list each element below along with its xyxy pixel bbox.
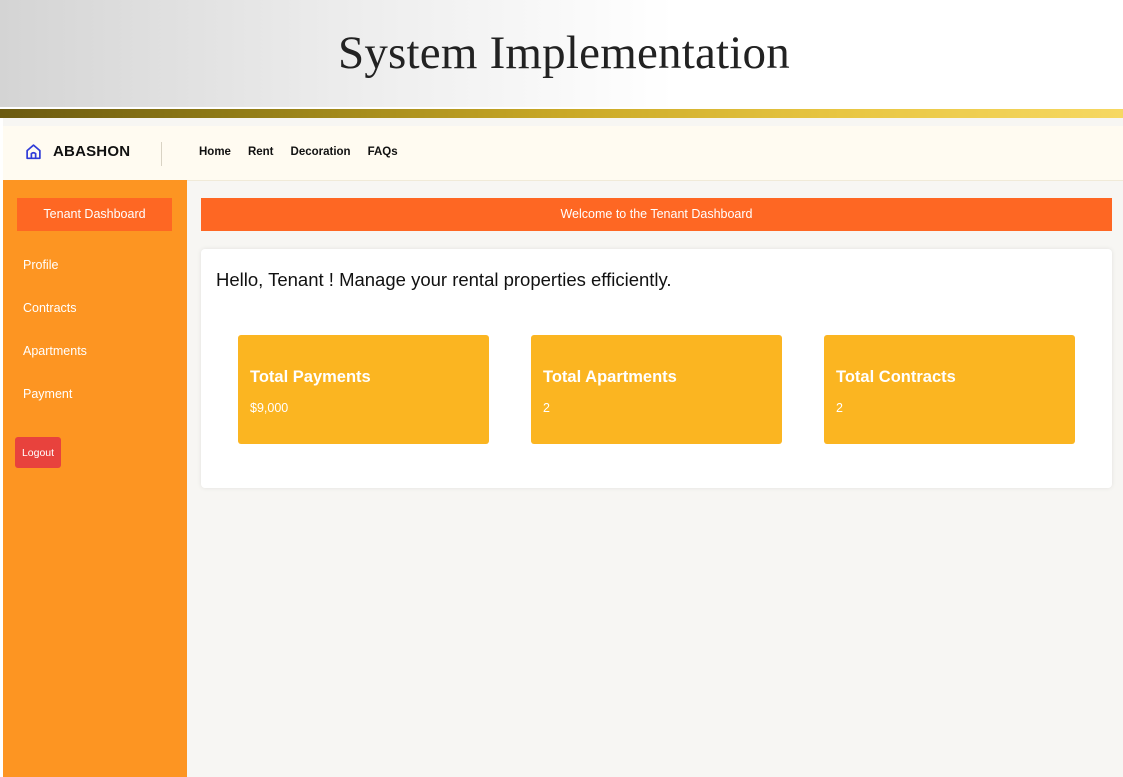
stat-title: Total Payments	[250, 368, 371, 386]
nav-links: Home Rent Decoration FAQs	[199, 146, 415, 158]
stat-value: 2	[836, 401, 843, 415]
house-icon	[25, 143, 42, 160]
stat-title: Total Apartments	[543, 368, 677, 386]
nav-link-decoration[interactable]: Decoration	[291, 146, 351, 158]
nav-link-home[interactable]: Home	[199, 146, 231, 158]
accent-bar	[0, 109, 1123, 118]
slide-header: System Implementation	[0, 0, 1123, 107]
top-navbar: ABASHON Home Rent Decoration FAQs	[3, 126, 1123, 181]
stat-value: 2	[543, 401, 550, 415]
welcome-banner: Welcome to the Tenant Dashboard	[201, 198, 1112, 231]
dashboard-card: Hello, Tenant ! Manage your rental prope…	[201, 249, 1112, 488]
nav-divider	[161, 142, 162, 166]
stat-card-apartments[interactable]: Total Apartments 2	[531, 335, 782, 444]
nav-link-rent[interactable]: Rent	[248, 146, 274, 158]
stat-card-contracts[interactable]: Total Contracts 2	[824, 335, 1075, 444]
sidebar-item-payment[interactable]: Payment	[23, 387, 72, 401]
app-screenshot: ABASHON Home Rent Decoration FAQs Tenant…	[3, 118, 1123, 777]
greeting-text: Hello, Tenant ! Manage your rental prope…	[216, 269, 672, 290]
stat-value: $9,000	[250, 401, 289, 415]
brand-name: ABASHON	[53, 143, 131, 160]
sidebar-item-contracts[interactable]: Contracts	[23, 301, 77, 315]
stat-title: Total Contracts	[836, 368, 956, 386]
slide-title: System Implementation	[338, 27, 790, 79]
sidebar-item-apartments[interactable]: Apartments	[23, 344, 87, 358]
sidebar: Tenant Dashboard Profile Contracts Apart…	[3, 180, 187, 777]
sidebar-title: Tenant Dashboard	[17, 198, 172, 231]
brand[interactable]: ABASHON	[25, 143, 130, 160]
sidebar-item-profile[interactable]: Profile	[23, 258, 58, 272]
nav-link-faqs[interactable]: FAQs	[368, 146, 398, 158]
stat-card-payments[interactable]: Total Payments $9,000	[238, 335, 489, 444]
logout-button[interactable]: Logout	[15, 437, 61, 468]
